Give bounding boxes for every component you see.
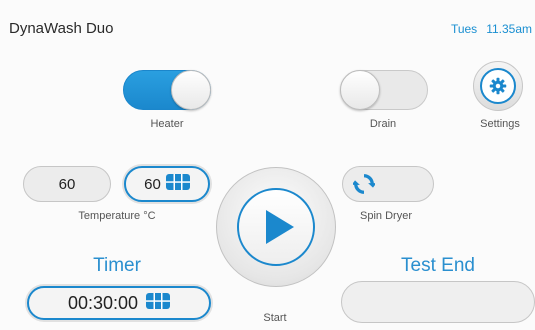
dynawash-screen: DynaWash Duo Tues 11.35am Heater Drain S… <box>0 0 535 330</box>
gear-icon <box>489 77 507 95</box>
rotate-arrows-icon <box>353 174 375 194</box>
settings-button[interactable] <box>473 61 523 111</box>
test-end-title: Test End <box>401 255 475 276</box>
spin-dryer-label: Spin Dryer <box>360 210 412 222</box>
heater-toggle[interactable] <box>123 70 211 110</box>
keypad-icon <box>146 292 171 314</box>
timer-input[interactable]: 00:30:00 <box>27 286 211 320</box>
settings-label: Settings <box>480 118 520 130</box>
temperature-current-display: 60 <box>23 166 111 202</box>
drain-label: Drain <box>369 118 397 130</box>
heater-toggle-knob <box>171 70 211 110</box>
start-button[interactable] <box>216 167 336 287</box>
keypad-icon <box>165 174 190 194</box>
start-label: Start <box>263 312 287 324</box>
clock: Tues 11.35am <box>451 22 532 36</box>
temperature-current-value: 60 <box>58 175 76 193</box>
drain-toggle-knob <box>340 70 380 110</box>
clock-day: Tues <box>450 22 478 36</box>
clock-time: 11.35am <box>486 22 532 36</box>
temperature-setpoint-button[interactable]: 60 <box>124 166 210 202</box>
timer-value: 00:30:00 <box>67 292 139 313</box>
app-title: DynaWash Duo <box>9 20 114 37</box>
play-icon <box>266 210 294 244</box>
drain-toggle[interactable] <box>340 70 428 110</box>
timer-title: Timer <box>93 255 141 276</box>
start-button-ring <box>237 188 315 266</box>
settings-button-ring <box>480 68 516 104</box>
test-end-display <box>341 281 535 323</box>
temperature-label: Temperature °C <box>78 210 156 222</box>
heater-label: Heater <box>150 118 184 130</box>
temperature-setpoint-value: 60 <box>144 175 161 193</box>
spin-dryer-button[interactable] <box>342 166 434 202</box>
